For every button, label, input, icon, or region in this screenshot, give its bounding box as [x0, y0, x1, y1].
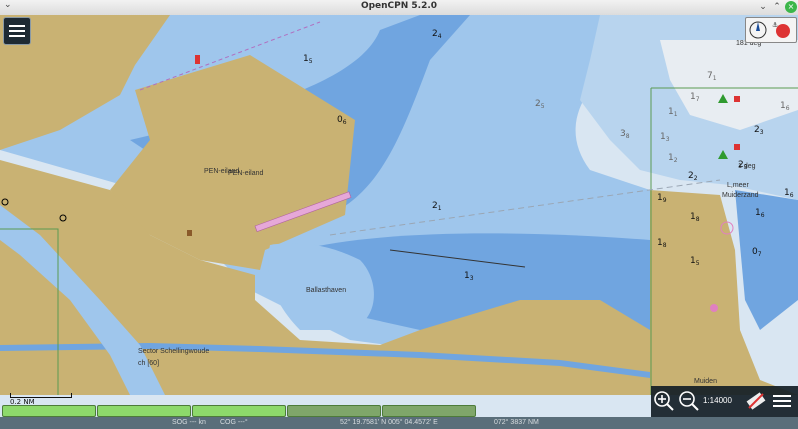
- red-buoy-icon: [734, 96, 740, 102]
- place-label: ch [60]: [138, 360, 159, 367]
- place-label: L,meer: [727, 182, 749, 189]
- chart-canvas[interactable]: PEN-eiland PEN-eiland Ballasthaven Secto…: [0, 15, 798, 419]
- piano-key[interactable]: [287, 405, 381, 417]
- zoom-out-icon[interactable]: [678, 390, 700, 412]
- cog-readout: COG ---°: [220, 419, 248, 426]
- red-buoy-icon: [734, 144, 740, 150]
- position-readout: 52° 19.7581' N 005° 04.4572' E: [340, 419, 438, 426]
- piano-key[interactable]: [97, 405, 191, 417]
- close-button[interactable]: ×: [785, 1, 797, 13]
- window-title: OpenCPN 5.2.0: [360, 1, 438, 11]
- place-label: Sector Schellingwoude: [138, 348, 209, 355]
- svg-text:⚓: ⚓: [772, 21, 778, 29]
- minimize-button[interactable]: ⌄: [757, 1, 769, 13]
- menu-button[interactable]: [3, 17, 31, 45]
- bearing-readout: 072° 3837 NM: [494, 419, 539, 426]
- compass-icon: ⚓: [749, 21, 790, 39]
- piano-key[interactable]: [382, 405, 476, 417]
- chart-toolbar: 1:14000: [651, 386, 798, 417]
- maximize-button[interactable]: ⌃: [771, 1, 783, 13]
- compass-widget[interactable]: ⚓: [745, 17, 797, 43]
- route-icon[interactable]: [745, 390, 767, 412]
- chart-scale-readout: 1:14000: [703, 396, 732, 405]
- window-titlebar: ⌄ OpenCPN 5.2.0 ⌄ ⌃ ×: [0, 0, 798, 16]
- toolbar-menu-icon[interactable]: [771, 390, 793, 412]
- piano-key[interactable]: [192, 405, 286, 417]
- place-label: Muiden: [694, 378, 717, 385]
- place-label: Ballasthaven: [306, 287, 346, 294]
- place-label: PEN-eiland: [228, 170, 264, 177]
- landmark-icon: [187, 230, 192, 236]
- sog-readout: SOG --- kn: [172, 419, 206, 426]
- light-icon: [710, 304, 718, 312]
- zoom-in-icon[interactable]: [653, 390, 675, 412]
- piano-key[interactable]: [2, 405, 96, 417]
- buoy-icon: [195, 55, 200, 64]
- status-bar: SOG --- kn COG ---° 52° 19.7581' N 005° …: [0, 417, 798, 429]
- place-label: Muiderzand: [722, 192, 759, 199]
